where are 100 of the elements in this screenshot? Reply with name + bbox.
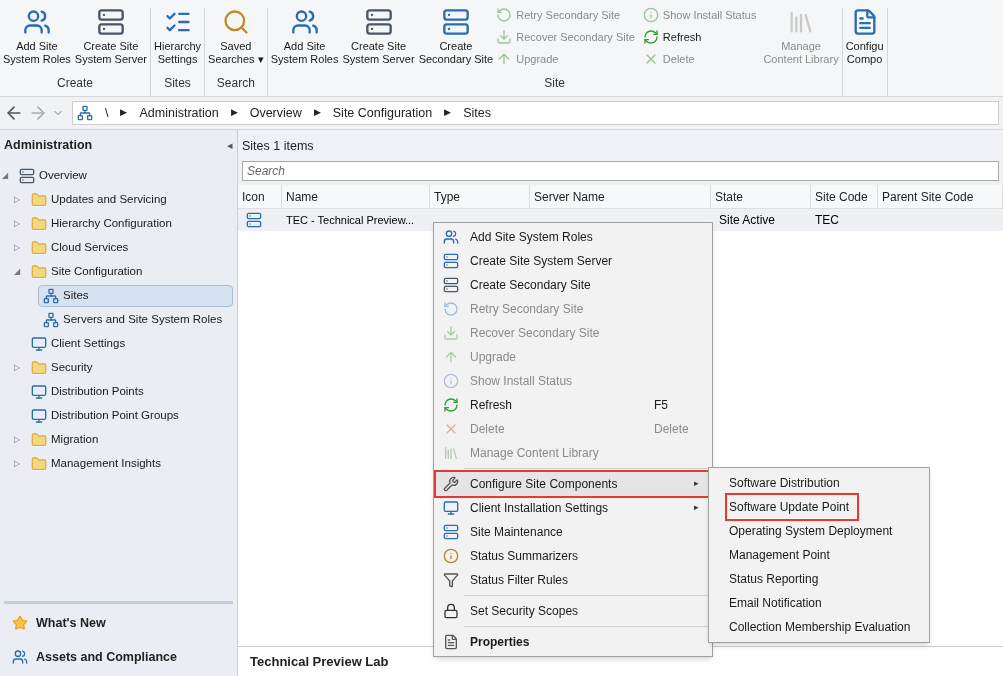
- menu-item[interactable]: Set Security Scopes: [436, 599, 710, 623]
- arrow-icon: [443, 325, 459, 341]
- menu-item[interactable]: Refresh F5: [436, 393, 710, 417]
- expander-arrow[interactable]: ▷: [14, 194, 20, 206]
- menu-item[interactable]: Software Update Point: [727, 495, 858, 519]
- tree-item[interactable]: Sites: [38, 285, 233, 307]
- monitor-icon: [443, 500, 459, 516]
- shortcut-label: F5: [654, 397, 669, 414]
- menu-item[interactable]: Software Distribution: [727, 471, 911, 495]
- tree-item[interactable]: Overview: [14, 165, 233, 187]
- folder-icon: [31, 216, 47, 232]
- expander-arrow[interactable]: ▷: [14, 242, 20, 254]
- folder-icon: [31, 432, 47, 448]
- view-title: Sites 1 items: [242, 137, 315, 155]
- monitor-icon: [31, 384, 47, 400]
- separator-arrow: ▶: [444, 106, 452, 120]
- server-icon: [443, 253, 459, 269]
- ribbon-button[interactable]: Create Site System Server: [73, 8, 148, 66]
- workspace-button[interactable]: Assets and Compliance: [4, 642, 233, 672]
- menu-item[interactable]: Create Site System Server: [436, 249, 710, 273]
- folder-icon: [31, 240, 47, 256]
- breadcrumb-item[interactable]: Sites: [459, 103, 495, 123]
- shortcut-label: Delete: [654, 421, 690, 438]
- expander-arrow[interactable]: ▷: [14, 362, 20, 374]
- users-icon: [12, 649, 28, 665]
- collapse-button[interactable]: ◂: [227, 136, 233, 154]
- menu-item[interactable]: Create Secondary Site: [436, 273, 710, 297]
- tree-item[interactable]: Servers and Site System Roles: [38, 309, 233, 331]
- ribbon-button[interactable]: Add Site System Roles: [2, 8, 72, 66]
- ribbon-button[interactable]: Saved Searches ▾: [207, 8, 265, 66]
- ribbon-group-label: Sites: [163, 75, 192, 92]
- column-header[interactable]: Parent Site Code: [878, 185, 1003, 208]
- folder-icon: [31, 192, 47, 208]
- tree-item[interactable]: Cloud Services: [26, 237, 233, 259]
- column-header[interactable]: Name: [282, 185, 430, 208]
- users-icon: [443, 229, 459, 245]
- column-header[interactable]: Server Name: [530, 185, 711, 208]
- ribbon-button[interactable]: Add Site System Roles: [269, 8, 340, 66]
- ribbon-button[interactable]: Create Site System Server: [341, 8, 416, 66]
- tree-item[interactable]: Distribution Point Groups: [26, 405, 233, 427]
- column-header[interactable]: Site Code: [811, 185, 878, 208]
- pane-title: Administration: [4, 136, 93, 154]
- column-header[interactable]: Type: [430, 185, 530, 208]
- ribbon-group-label: Search: [215, 75, 256, 92]
- expander-arrow[interactable]: ◢: [2, 170, 8, 182]
- network-icon: [43, 288, 59, 304]
- column-header[interactable]: State: [711, 185, 811, 208]
- document-icon: [443, 634, 459, 650]
- tree-item[interactable]: Site Configuration: [26, 261, 233, 283]
- expander-arrow[interactable]: ▷: [14, 218, 20, 230]
- ribbon-button[interactable]: Hierarchy Settings: [153, 8, 203, 66]
- server-icon: [96, 8, 125, 36]
- star-icon: [12, 615, 28, 631]
- info-icon: [443, 548, 459, 564]
- ribbon-button[interactable]: Create Secondary Site: [417, 8, 495, 66]
- breadcrumb-item[interactable]: \: [101, 103, 113, 123]
- menu-item[interactable]: Operating System Deployment: [727, 519, 911, 543]
- breadcrumb-item[interactable]: Site Configuration: [328, 103, 437, 123]
- column-header[interactable]: Icon: [238, 185, 282, 208]
- ribbon-group-label: Site: [543, 75, 566, 92]
- server-icon: [443, 277, 459, 293]
- expander-arrow[interactable]: ▷: [14, 434, 20, 446]
- menu-item[interactable]: Configure Site Components ▸: [436, 472, 710, 496]
- search-field[interactable]: Search: [242, 161, 999, 181]
- books-icon: [443, 445, 459, 461]
- menu-item[interactable]: Status Reporting: [727, 567, 911, 591]
- tree-item[interactable]: Client Settings: [26, 333, 233, 355]
- breadcrumb-item[interactable]: Overview: [245, 103, 306, 123]
- refresh-icon: [642, 29, 659, 45]
- ribbon-button[interactable]: Refresh: [642, 26, 757, 48]
- expander-arrow[interactable]: ◢: [14, 266, 20, 278]
- network-icon: [77, 105, 93, 121]
- tree-item[interactable]: Migration: [26, 429, 233, 451]
- breadcrumb-item[interactable]: Administration: [135, 103, 223, 123]
- menu-item[interactable]: Collection Membership Evaluation: [727, 615, 911, 639]
- tree-item[interactable]: Hierarchy Configuration: [26, 213, 233, 235]
- magnifier-icon: [221, 8, 250, 36]
- ribbon-button[interactable]: Configu Compo: [844, 8, 885, 66]
- server-icon: [441, 8, 470, 36]
- menu-item[interactable]: Status Filter Rules: [436, 568, 710, 592]
- submenu-arrow: ▸: [694, 477, 700, 491]
- tree-item[interactable]: Distribution Points: [26, 381, 233, 403]
- menu-item[interactable]: Properties: [436, 630, 710, 654]
- users-icon: [290, 8, 319, 36]
- server-icon: [443, 524, 459, 540]
- tree-item[interactable]: Updates and Servicing: [26, 189, 233, 211]
- menu-item[interactable]: Client Installation Settings ▸: [436, 496, 710, 520]
- workspace-button[interactable]: What's New: [4, 608, 233, 638]
- menu-item[interactable]: Management Point: [727, 543, 911, 567]
- lock-icon: [443, 603, 459, 619]
- expander-arrow[interactable]: ▷: [14, 458, 20, 470]
- server-icon: [364, 8, 393, 36]
- menu-item[interactable]: Site Maintenance: [436, 520, 710, 544]
- menu-item[interactable]: Email Notification: [727, 591, 911, 615]
- refresh-icon: [443, 397, 459, 413]
- menu-item[interactable]: Status Summarizers: [436, 544, 710, 568]
- tree-item[interactable]: Management Insights: [26, 453, 233, 475]
- table-cell-text: TEC - Technical Preview...: [285, 212, 416, 228]
- tree-item[interactable]: Security: [26, 357, 233, 379]
- table-cell-text: Site Active: [718, 212, 777, 229]
